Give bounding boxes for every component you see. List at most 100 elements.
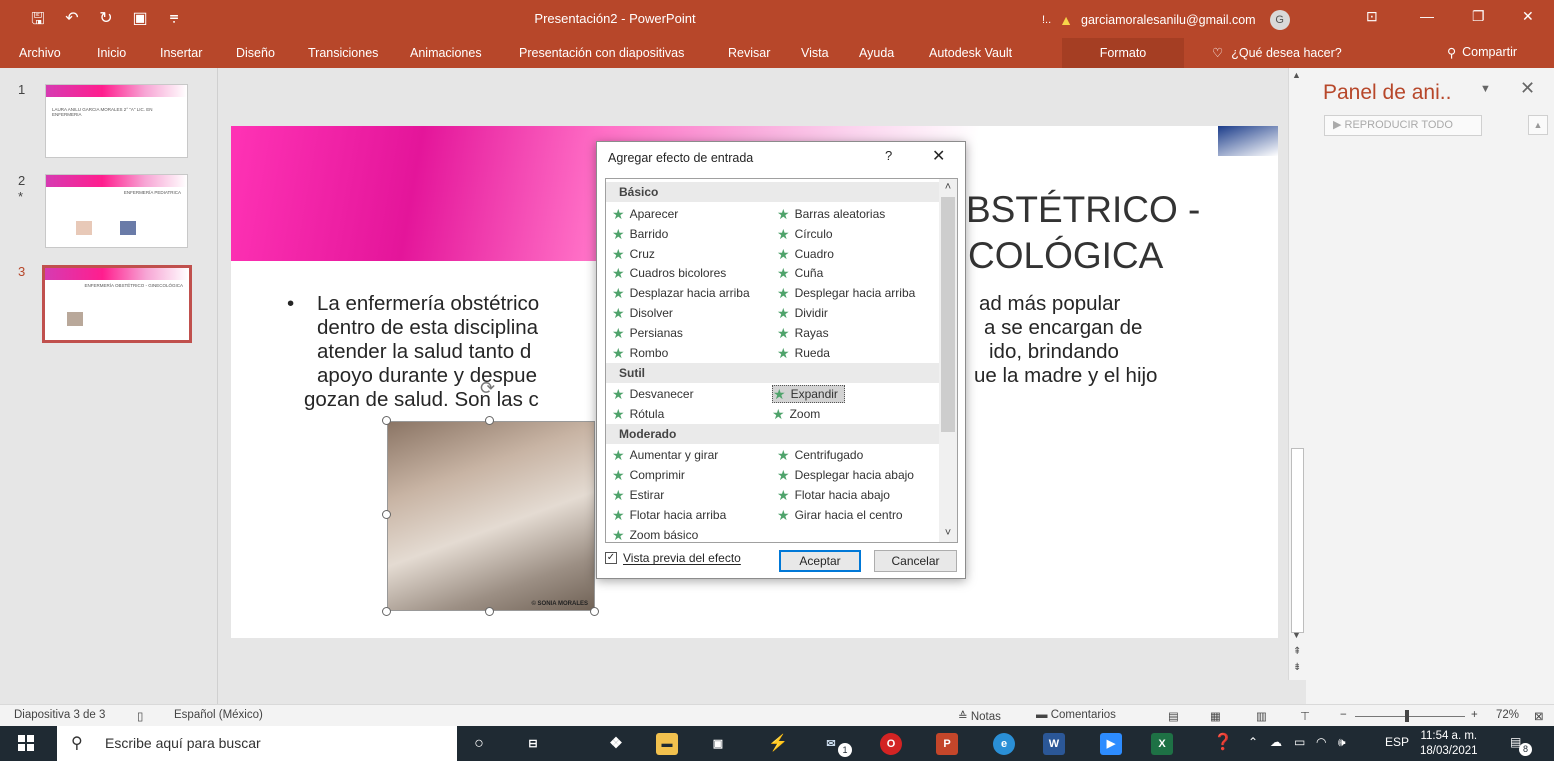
pane-options-icon[interactable]: ▼ [1480, 83, 1491, 95]
effect-option[interactable]: ★ Aumentar y girar [612, 446, 718, 464]
effect-option[interactable]: ★ Zoom básico [612, 526, 698, 542]
effect-option[interactable]: ★ Centrifugado [777, 446, 863, 464]
zoom-out-icon[interactable]: − [1340, 709, 1347, 721]
pane-close-icon[interactable]: ✕ [1520, 78, 1535, 99]
preview-checkbox[interactable]: ✓ [605, 552, 617, 564]
tab-animaciones[interactable]: Animaciones [410, 46, 482, 60]
comments-button[interactable]: ▬ Comentarios [1036, 709, 1116, 721]
move-up-icon[interactable]: ▲ [1528, 115, 1548, 135]
effects-list[interactable]: Básico ★ Aparecer ★ Barrido ★ Cruz ★ Cuadros bi… [605, 178, 958, 543]
ok-button[interactable]: Aceptar [779, 550, 861, 572]
effect-option[interactable]: ★ Rombo [612, 344, 668, 362]
tab-autodesk-vault[interactable]: Autodesk Vault [929, 46, 1012, 60]
effect-option[interactable]: ★ Aparecer [612, 205, 678, 223]
tab-ayuda[interactable]: Ayuda [859, 46, 894, 60]
effect-option[interactable]: ★ Rueda [777, 344, 830, 362]
slide-sorter-icon[interactable]: ▦ [1210, 709, 1221, 723]
effect-option[interactable]: ★ Cruz [612, 245, 655, 263]
cortana-icon[interactable]: ○ [468, 733, 490, 755]
slide-thumbnail-3[interactable]: ENFERMERÍA OBSTÉTRICO - GINECOLÓGICA [42, 265, 192, 343]
store-icon[interactable]: ▣ [707, 733, 729, 755]
effect-option[interactable]: ★ Círculo [777, 225, 833, 243]
wifi-icon[interactable]: ◠ [1316, 735, 1326, 749]
effect-option[interactable]: ★ Flotar hacia abajo [777, 486, 890, 504]
effect-option[interactable]: ★ Zoom [772, 405, 820, 423]
file-explorer-icon[interactable]: ▬ [656, 733, 678, 755]
effect-option[interactable]: ★ Barrido [612, 225, 668, 243]
tell-me-box[interactable]: ♡ ¿Qué desea hacer? [1212, 45, 1342, 61]
effect-option[interactable]: ★ Persianas [612, 324, 683, 342]
battery-icon[interactable]: ▭ [1294, 735, 1305, 749]
effect-option[interactable]: ★ Flotar hacia arriba [612, 506, 726, 524]
effect-option[interactable]: ★ Cuadros bicolores [612, 264, 726, 282]
normal-view-icon[interactable]: ▤ [1168, 709, 1179, 723]
effect-option[interactable]: ★ Disolver [612, 304, 673, 322]
scroll-up-icon[interactable]: ▲ [1292, 70, 1301, 80]
tab-inicio[interactable]: Inicio [97, 46, 126, 60]
effect-option[interactable]: ★ Cuña [777, 264, 823, 282]
slide-thumbnail-1[interactable]: LAURA ANILU GARCIA MORALES 2° "A" LIC. E… [45, 84, 188, 158]
taskbar-search[interactable]: ⚲ Escribe aquí para buscar [57, 726, 457, 761]
zoom-app-icon[interactable]: ▶ [1100, 733, 1122, 755]
effect-option[interactable]: ★ Rótula [612, 405, 664, 423]
effect-option[interactable]: ★ Comprimir [612, 466, 685, 484]
slide-thumbnail-2[interactable]: ENFERMERÍA PEDIATRICA [45, 174, 188, 248]
resize-handle[interactable] [485, 416, 494, 425]
show-hidden-icons[interactable]: ⌃ [1248, 735, 1258, 749]
task-view-icon[interactable]: ⊟ [522, 733, 544, 755]
restore-icon[interactable]: ❐ [1472, 8, 1485, 25]
notes-button[interactable]: ≙ Notas [958, 709, 1001, 723]
tab-archivo[interactable]: Archivo [19, 46, 61, 60]
opera-icon[interactable]: O [880, 733, 902, 755]
fit-slide-icon[interactable]: ⊠ [1534, 709, 1544, 723]
tab-vista[interactable]: Vista [801, 46, 829, 60]
close-window-icon[interactable]: ✕ [1522, 8, 1534, 25]
effect-option[interactable]: ★ Desplegar hacia abajo [777, 466, 914, 484]
language-indicator[interactable]: Español (México) [174, 709, 263, 721]
slideshow-view-icon[interactable]: ⊤ [1300, 709, 1310, 723]
effect-option[interactable]: ★ Dividir [777, 304, 828, 322]
preview-checkbox-row[interactable]: ✓ Vista previa del efecto [605, 551, 741, 565]
tab-formato[interactable]: Formato [1062, 38, 1184, 68]
effect-option[interactable]: ★ Desplazar hacia arriba [612, 284, 750, 302]
zoom-level[interactable]: 72% [1496, 709, 1519, 721]
slide-vertical-scrollbar[interactable]: ▲ ▼ ⇞ ⇟ [1288, 68, 1306, 680]
help-button[interactable]: ? [885, 148, 892, 163]
effect-option[interactable]: ★ Expandir [772, 385, 845, 403]
scroll-down-icon[interactable]: ▼ [1292, 630, 1301, 640]
effect-option[interactable]: ★ Barras aleatorias [777, 205, 885, 223]
ribbon-display-options-icon[interactable]: ⊡ [1366, 8, 1378, 25]
windows-start-icon[interactable] [18, 735, 34, 751]
zoom-in-icon[interactable]: + [1471, 709, 1478, 721]
powerpoint-icon[interactable]: P [936, 733, 958, 755]
avatar[interactable]: G [1269, 10, 1290, 30]
onedrive-icon[interactable]: ☁ [1270, 735, 1282, 749]
dropbox-icon[interactable]: ❖ [605, 733, 627, 755]
tab-revisar[interactable]: Revisar [728, 46, 770, 60]
effect-option[interactable]: ★ Girar hacia el centro [777, 506, 903, 524]
zoom-slider-thumb[interactable] [1405, 710, 1409, 722]
effect-option[interactable]: ★ Rayas [777, 324, 829, 342]
play-all-button[interactable]: ▶ REPRODUCIR TODO [1324, 115, 1482, 136]
previous-slide-icon[interactable]: ⇞ [1293, 646, 1301, 657]
reading-view-icon[interactable]: ▥ [1256, 709, 1267, 723]
rotate-handle-icon[interactable]: ⟳ [480, 378, 495, 399]
list-scroll-up-icon[interactable]: ˄ [939, 181, 957, 193]
effect-option[interactable]: ★ Desplegar hacia arriba [777, 284, 915, 302]
help-tray-icon[interactable]: ❓ [1213, 732, 1233, 752]
resize-handle[interactable] [382, 607, 391, 616]
tab-diseno[interactable]: Diseño [236, 46, 275, 60]
spellcheck-icon[interactable]: ▯ [137, 709, 143, 723]
clock[interactable]: 11:54 a. m. 18/03/2021 [1420, 729, 1478, 759]
dialog-close-button[interactable]: ✕ [932, 146, 945, 166]
resize-handle[interactable] [382, 510, 391, 519]
vault-icon[interactable]: ⚡ [767, 733, 789, 755]
account-area[interactable]: !.. ▲ garciamoralesanilu@gmail.com G [1042, 10, 1290, 30]
effect-option[interactable]: ★ Cuadro [777, 245, 834, 263]
cancel-button[interactable]: Cancelar [874, 550, 957, 572]
effect-option[interactable]: ★ Desvanecer [612, 385, 694, 403]
input-language[interactable]: ESP [1385, 735, 1409, 749]
effect-option[interactable]: ★ Estirar [612, 486, 664, 504]
account-email[interactable]: garciamoralesanilu@gmail.com [1081, 13, 1256, 27]
excel-icon[interactable]: X [1151, 733, 1173, 755]
